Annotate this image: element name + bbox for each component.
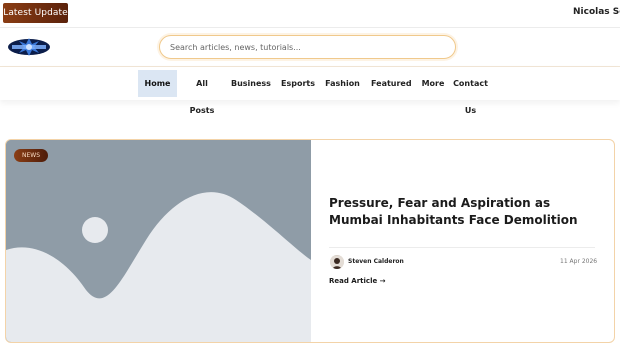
article-title[interactable]: Pressure, Fear and Aspiration as Mumbai … bbox=[329, 195, 599, 229]
site-logo[interactable] bbox=[7, 37, 52, 57]
site-header bbox=[0, 27, 620, 67]
nav-item-featured[interactable]: Featured bbox=[371, 70, 412, 97]
main-navigation: Home All Posts Business Esports Fashion … bbox=[0, 67, 620, 115]
image-placeholder-icon bbox=[6, 140, 311, 342]
logo-icon bbox=[8, 38, 50, 56]
latest-update-badge: Latest Update bbox=[3, 3, 68, 23]
search-bar[interactable] bbox=[159, 35, 456, 59]
meta-divider bbox=[329, 247, 595, 248]
nav-item-business[interactable]: Business bbox=[231, 70, 271, 97]
nav-item-home[interactable]: Home bbox=[138, 70, 177, 97]
nav-item-esports[interactable]: Esports bbox=[281, 70, 315, 97]
nav-item-fashion[interactable]: Fashion bbox=[325, 70, 360, 97]
article-thumbnail[interactable]: NEWS bbox=[6, 140, 311, 342]
featured-article-card[interactable]: NEWS bbox=[5, 139, 615, 343]
author-avatar[interactable] bbox=[330, 255, 344, 269]
ticker-headline[interactable]: Nicolas Sc bbox=[573, 7, 620, 17]
category-badge[interactable]: NEWS bbox=[14, 149, 48, 162]
nav-item-more[interactable]: More bbox=[421, 70, 445, 97]
author-name[interactable]: Steven Calderon bbox=[348, 258, 404, 265]
search-input[interactable] bbox=[170, 40, 440, 54]
nav-item-contact-us[interactable]: Contact Us bbox=[450, 70, 491, 115]
nav-item-all-posts[interactable]: All Posts bbox=[183, 70, 221, 115]
read-article-link[interactable]: Read Article → bbox=[329, 277, 386, 285]
top-ticker-bar: Latest Update Nicolas Sc bbox=[0, 0, 620, 27]
publish-date: 11 Apr 2026 bbox=[560, 258, 598, 265]
